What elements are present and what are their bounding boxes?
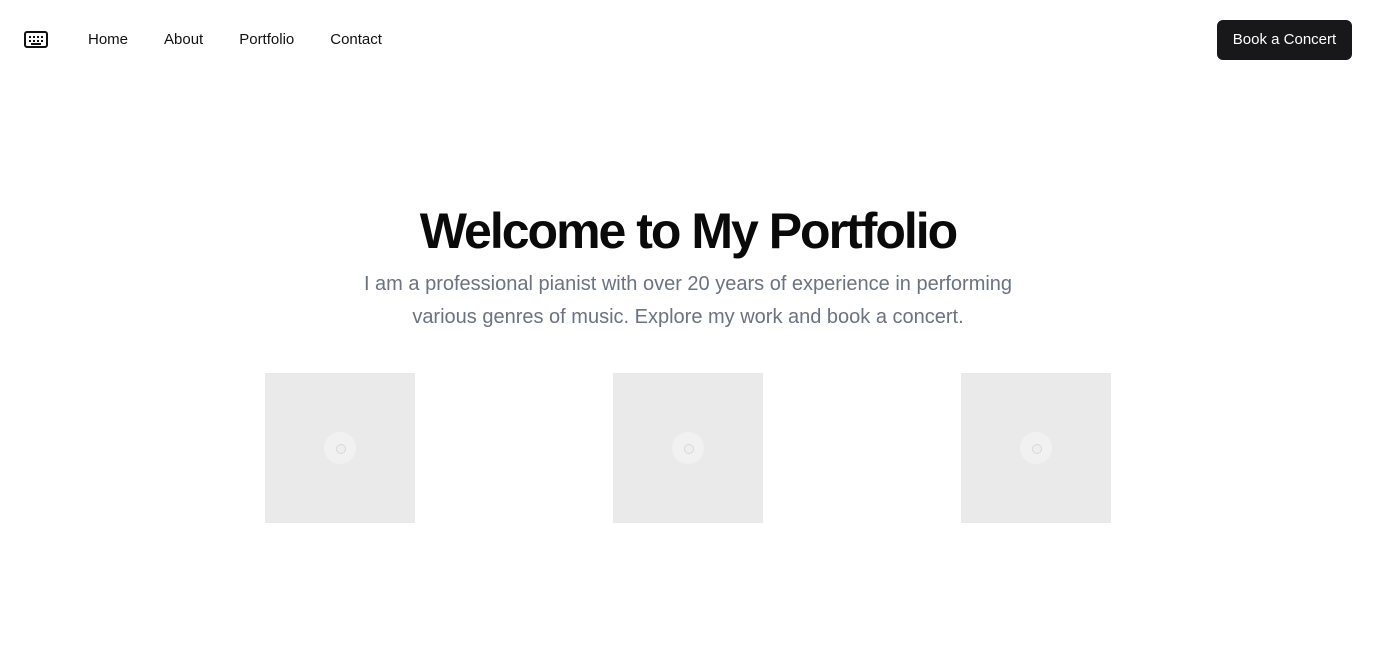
hero-title: Welcome to My Portfolio	[419, 203, 958, 259]
keyboard-icon[interactable]	[24, 29, 48, 49]
site-header: Home About Portfolio Contact Book a Conc…	[0, 0, 1376, 80]
portfolio-image-1[interactable]	[265, 373, 415, 523]
main-nav: Home About Portfolio Contact	[88, 30, 418, 50]
image-placeholder-icon	[324, 432, 356, 464]
nav-link-home[interactable]: Home	[88, 30, 128, 50]
nav-link-contact[interactable]: Contact	[330, 30, 382, 50]
image-placeholder-icon	[672, 432, 704, 464]
image-placeholder-icon	[1020, 432, 1052, 464]
portfolio-image-3[interactable]	[961, 373, 1111, 523]
hero-subtitle: I am a professional pianist with over 20…	[363, 273, 1013, 328]
nav-link-portfolio[interactable]: Portfolio	[239, 30, 294, 50]
book-concert-button[interactable]: Book a Concert	[1217, 20, 1352, 60]
portfolio-image-2[interactable]	[613, 373, 763, 523]
nav-link-about[interactable]: About	[164, 30, 203, 50]
